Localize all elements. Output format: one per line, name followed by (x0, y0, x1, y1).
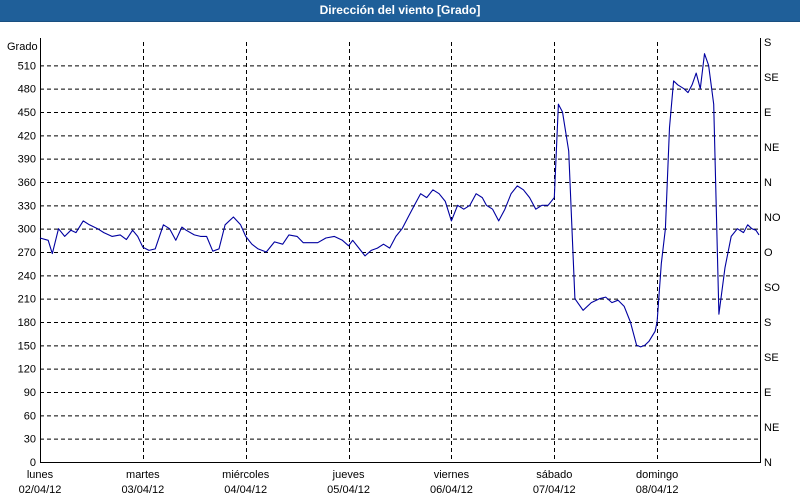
y-tick-label: 450 (18, 107, 36, 119)
x-date-label: 03/04/12 (121, 484, 164, 496)
grid (40, 42, 760, 462)
x-date-label: 02/04/12 (19, 484, 62, 496)
y-tick-label: 90 (24, 387, 36, 399)
x-date-label: 07/04/12 (533, 484, 576, 496)
chart-title: Dirección del viento [Grado] (319, 3, 481, 17)
right-axis-label: E (764, 387, 771, 399)
right-axis-label: E (764, 107, 771, 119)
y-tick-label: 120 (18, 364, 36, 376)
y-tick-label: 270 (18, 247, 36, 259)
y-tick-label: 210 (18, 294, 36, 306)
series-layer (39, 53, 760, 348)
chart-title-bar: Dirección del viento [Grado] (0, 0, 800, 22)
x-date-label: 05/04/12 (327, 484, 370, 496)
right-axis-label: S (764, 317, 771, 329)
y-tick-label: 150 (18, 340, 36, 352)
right-axis-label: NE (764, 142, 779, 154)
x-date-label: 08/04/12 (636, 484, 679, 496)
right-axis-label: O (764, 247, 773, 259)
right-axis-label: NE (764, 422, 779, 434)
x-day-label: lunes (27, 469, 54, 481)
y-tick-label: 30 (24, 434, 36, 446)
right-axis-label: N (764, 457, 772, 469)
y-tick-label: 360 (18, 177, 36, 189)
wind-direction-chart: 0 30 60 90 120 150 180 210 240 270 300 330 360 390 420… (7, 37, 781, 496)
right-axis-label: SO (764, 282, 780, 294)
x-day-label: martes (126, 469, 160, 481)
y-tick-label: 300 (18, 224, 36, 236)
series-line (39, 53, 760, 348)
y-tick-label: 60 (24, 410, 36, 422)
x-day-label: viernes (434, 469, 470, 481)
y-tick-label: 180 (18, 317, 36, 329)
y-tick-label: 510 (18, 60, 36, 72)
x-day-label: domingo (636, 469, 678, 481)
x-date-label: 06/04/12 (430, 484, 473, 496)
x-day-label: jueves (332, 469, 365, 481)
y-tick-label: 0 (30, 457, 36, 469)
y-axis-label: Grado (7, 41, 38, 53)
x-day-label: miércoles (222, 469, 270, 481)
right-axis-label: N (764, 177, 772, 189)
y-tick-label: 420 (18, 130, 36, 142)
y-tick-label: 390 (18, 154, 36, 166)
y-tick-label: 330 (18, 200, 36, 212)
right-axis-label: SE (764, 352, 779, 364)
right-axis-label: S (764, 37, 771, 49)
tick-labels: 0 30 60 90 120 150 180 210 240 270 300 330 360 390 420… (7, 37, 781, 496)
x-date-label: 04/04/12 (224, 484, 267, 496)
x-day-label: sábado (536, 469, 572, 481)
y-tick-label: 480 (18, 84, 36, 96)
right-axis-label: SE (764, 72, 779, 84)
right-axis-label: NO (764, 212, 781, 224)
y-tick-label: 240 (18, 270, 36, 282)
